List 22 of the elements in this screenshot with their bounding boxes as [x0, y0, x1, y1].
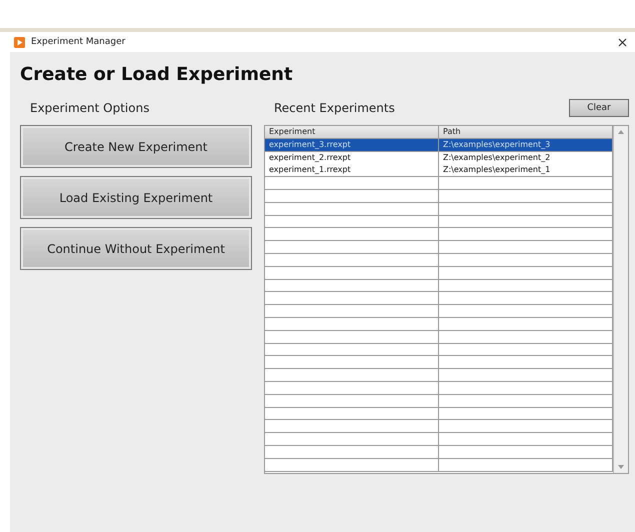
section-title: Experiment Options: [30, 101, 150, 115]
table-cell: Z:\examples\experiment_3: [439, 138, 613, 151]
section-title: Recent Experiments: [274, 101, 395, 115]
table-cell: experiment_2.rrexpt: [265, 152, 439, 164]
table-cell: experiment_3.rrexpt: [265, 138, 439, 151]
column-header[interactable]: Experiment: [265, 126, 439, 138]
option-button[interactable]: Continue Without Experiment: [20, 227, 252, 270]
scroll-down-icon[interactable]: [617, 463, 625, 471]
table-row[interactable]: experiment_3.rrexpt Z:\examples\experiment_3: [265, 138, 613, 152]
app-logo-icon: [14, 36, 25, 48]
close-icon[interactable]: [618, 38, 627, 46]
column-header[interactable]: Path: [439, 126, 613, 138]
table-row[interactable]: experiment_2.rrexpt Z:\examples\experiment_2: [265, 152, 613, 164]
option-button[interactable]: Create New Experiment: [20, 125, 252, 168]
clear-button[interactable]: Clear: [569, 99, 629, 117]
table-cell: Z:\examples\experiment_2: [439, 152, 613, 164]
scroll-up-icon[interactable]: [617, 128, 625, 136]
table-row[interactable]: experiment_1.rrexpt Z:\examples\experiment_1: [265, 164, 613, 178]
scrollbar[interactable]: [613, 126, 628, 473]
window-title: Experiment Manager: [31, 37, 126, 47]
option-button[interactable]: Load Existing Experiment: [20, 176, 252, 219]
page-heading: Create or Load Experiment: [20, 64, 294, 85]
